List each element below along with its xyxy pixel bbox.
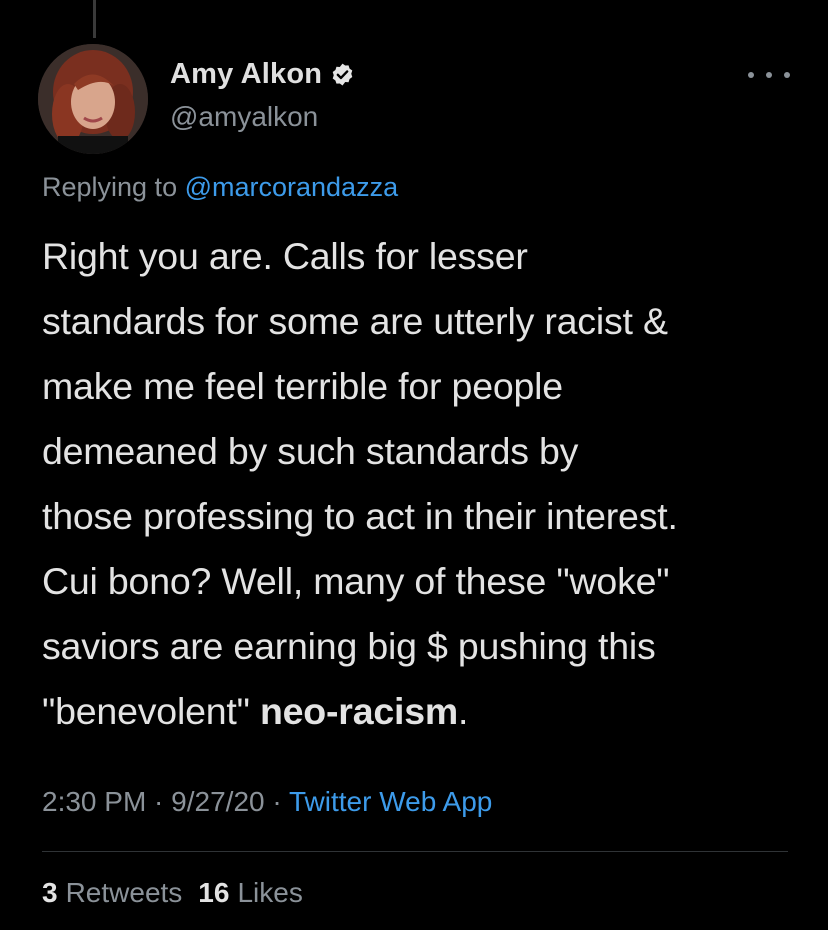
retweets-count: 3 <box>42 877 58 908</box>
meta-separator: · <box>264 786 289 817</box>
author-name-row[interactable]: Amy Alkon <box>170 58 355 91</box>
tweet-text-segment: . <box>458 690 469 732</box>
tweet-line-last: "benevolent" neo-racism. <box>42 679 802 744</box>
tweet-body: Right you are. Calls for lesser standard… <box>42 224 802 744</box>
avatar-image <box>38 44 148 154</box>
tweet-time[interactable]: 2:30 PM <box>42 786 146 817</box>
divider <box>42 851 788 852</box>
tweet-source-link[interactable]: Twitter Web App <box>289 786 492 817</box>
more-options-button[interactable] <box>748 60 790 90</box>
author-display-name[interactable]: Amy Alkon <box>170 58 322 91</box>
more-options-icon-dot <box>784 72 790 78</box>
verified-badge-icon <box>330 62 355 87</box>
tweet-line: Cui bono? Well, many of these "woke" <box>42 560 670 602</box>
replying-to-label: Replying to <box>42 172 185 202</box>
tweet-line: standards for some are utterly racist & <box>42 300 668 342</box>
tweet-bold-text: neo-racism <box>259 690 459 732</box>
tweet-meta: 2:30 PM · 9/27/20 · Twitter Web App <box>42 786 492 818</box>
likes-label: Likes <box>237 877 303 908</box>
thread-connector-line <box>93 0 96 38</box>
likes-count: 16 <box>198 877 230 908</box>
tweet-date[interactable]: 9/27/20 <box>171 786 264 817</box>
tweet-line: make me feel terrible for people <box>42 365 563 407</box>
tweet-line: Right you are. Calls for lesser <box>42 235 528 277</box>
reply-mention-link[interactable]: @marcorandazza <box>185 172 399 202</box>
replying-to-line: Replying to @marcorandazza <box>42 172 398 203</box>
author-handle[interactable]: @amyalkon <box>170 101 318 133</box>
more-options-icon <box>748 72 754 78</box>
likes-stat[interactable]: 16 Likes <box>198 877 303 909</box>
meta-separator: · <box>146 786 172 817</box>
tweet-stats: 3 Retweets 16 Likes <box>42 877 319 909</box>
avatar[interactable] <box>38 44 148 154</box>
more-options-icon-dot <box>766 72 772 78</box>
retweets-label: Retweets <box>65 877 183 908</box>
retweets-stat[interactable]: 3 Retweets <box>42 877 182 909</box>
tweet-line: those professing to act in their interes… <box>42 495 678 537</box>
tweet-text-segment: "benevolent" <box>42 690 260 732</box>
tweet-line: demeaned by such standards by <box>42 430 579 472</box>
tweet-line: saviors are earning big $ pushing this <box>42 625 656 667</box>
